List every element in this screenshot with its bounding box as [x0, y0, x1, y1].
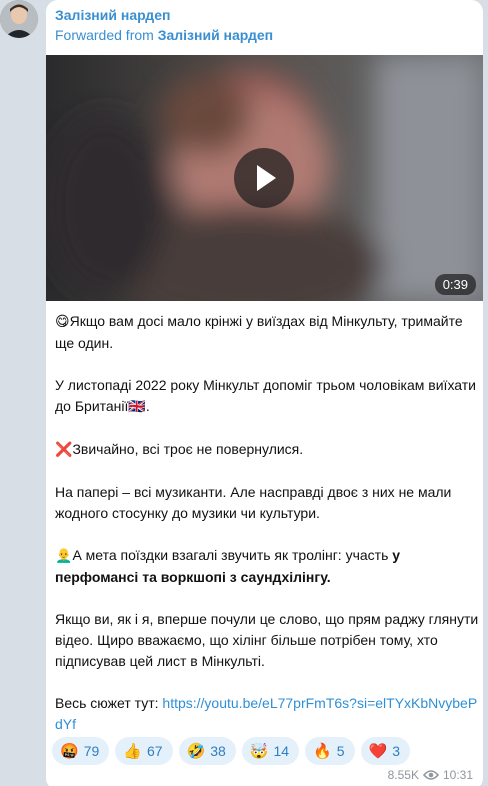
link-label: Весь сюжет тут:	[55, 695, 163, 711]
channel-avatar[interactable]	[0, 0, 38, 38]
cursing-face-icon: 🤬	[60, 742, 79, 760]
paragraph-2: У листопаді 2022 року Мінкульт допоміг т…	[55, 375, 480, 418]
video-preview[interactable]: 0:39	[46, 55, 483, 301]
bald-man-emoji-icon: 👨‍🦲	[55, 548, 73, 564]
fire-icon: 🔥	[313, 742, 332, 760]
view-count: 8.55K	[387, 768, 419, 782]
reaction-fire[interactable]: 🔥 5	[305, 737, 355, 765]
video-duration: 0:39	[434, 274, 476, 295]
reaction-mind-blown[interactable]: 🤯 14	[241, 737, 300, 765]
play-button[interactable]	[234, 148, 294, 208]
play-icon	[257, 165, 276, 191]
rofl-face-icon: 🤣	[186, 742, 206, 760]
reaction-angry[interactable]: 🤬 79	[52, 737, 110, 765]
paragraph-7: Весь сюжет тут: https://youtu.be/eL77prF…	[55, 693, 480, 735]
avatar-portrait-icon	[0, 0, 38, 38]
paragraph-6: Якщо ви, як і я, вперше почули це слово,…	[55, 611, 479, 669]
paragraph-2-text: У листопаді 2022 року Мінкульт допоміг т…	[55, 377, 476, 414]
paragraph-5: 👨‍🦲А мета поїздки взагалі звучить як тро…	[55, 545, 480, 588]
reaction-count: 3	[392, 743, 401, 759]
paragraph-3-text: Звичайно, всі троє не повернулися.	[72, 441, 304, 457]
reaction-count: 67	[146, 743, 163, 759]
sender-name[interactable]: Залізний нардеп	[55, 7, 170, 23]
uk-flag-icon: 🇬🇧	[128, 399, 146, 415]
message-bubble: Залізний нардеп Forwarded from Залізний …	[46, 0, 483, 786]
message-text: 😋Якщо вам досі мало крінжі у виїздах від…	[55, 311, 480, 756]
paragraph-4: На папері – всі музиканти. Але насправді…	[55, 484, 452, 521]
heart-icon: ❤️	[368, 742, 388, 760]
eye-icon	[422, 770, 439, 780]
message-time: 10:31	[442, 768, 473, 782]
exploding-head-icon: 🤯	[249, 742, 269, 760]
cross-mark-icon: ❌	[55, 442, 73, 458]
forwarded-prefix: Forwarded from	[55, 27, 154, 43]
paragraph-5-text: А мета поїздки взагалі звучить як тролін…	[72, 547, 393, 563]
forwarded-source[interactable]: Залізний нардеп	[158, 27, 273, 43]
paragraph-2-end: .	[145, 398, 150, 414]
reaction-rofl[interactable]: 🤣 38	[178, 737, 236, 765]
message-meta: 8.55K 10:31	[388, 768, 473, 782]
paragraph-3: ❌Звичайно, всі троє не повернулися.	[55, 439, 480, 461]
reaction-count: 38	[210, 743, 226, 759]
yum-emoji-icon: 😋	[55, 314, 70, 330]
paragraph-1: 😋Якщо вам досі мало крінжі у виїздах від…	[55, 311, 480, 354]
reaction-count: 79	[83, 743, 100, 759]
reaction-heart[interactable]: ❤️ 3	[360, 737, 411, 765]
forwarded-line[interactable]: Forwarded from Залізний нардеп	[55, 27, 273, 43]
thumbs-up-icon: 👍	[123, 742, 142, 760]
reaction-count: 14	[273, 743, 290, 759]
paragraph-1-text: Якщо вам досі мало крінжі у виїздах від …	[55, 313, 463, 351]
reactions-bar: 🤬 79 👍 67 🤣 38 🤯 14 🔥 5 ❤️ 3	[52, 737, 411, 765]
reaction-count: 5	[336, 743, 345, 759]
reaction-thumbs-up[interactable]: 👍 67	[115, 737, 173, 765]
